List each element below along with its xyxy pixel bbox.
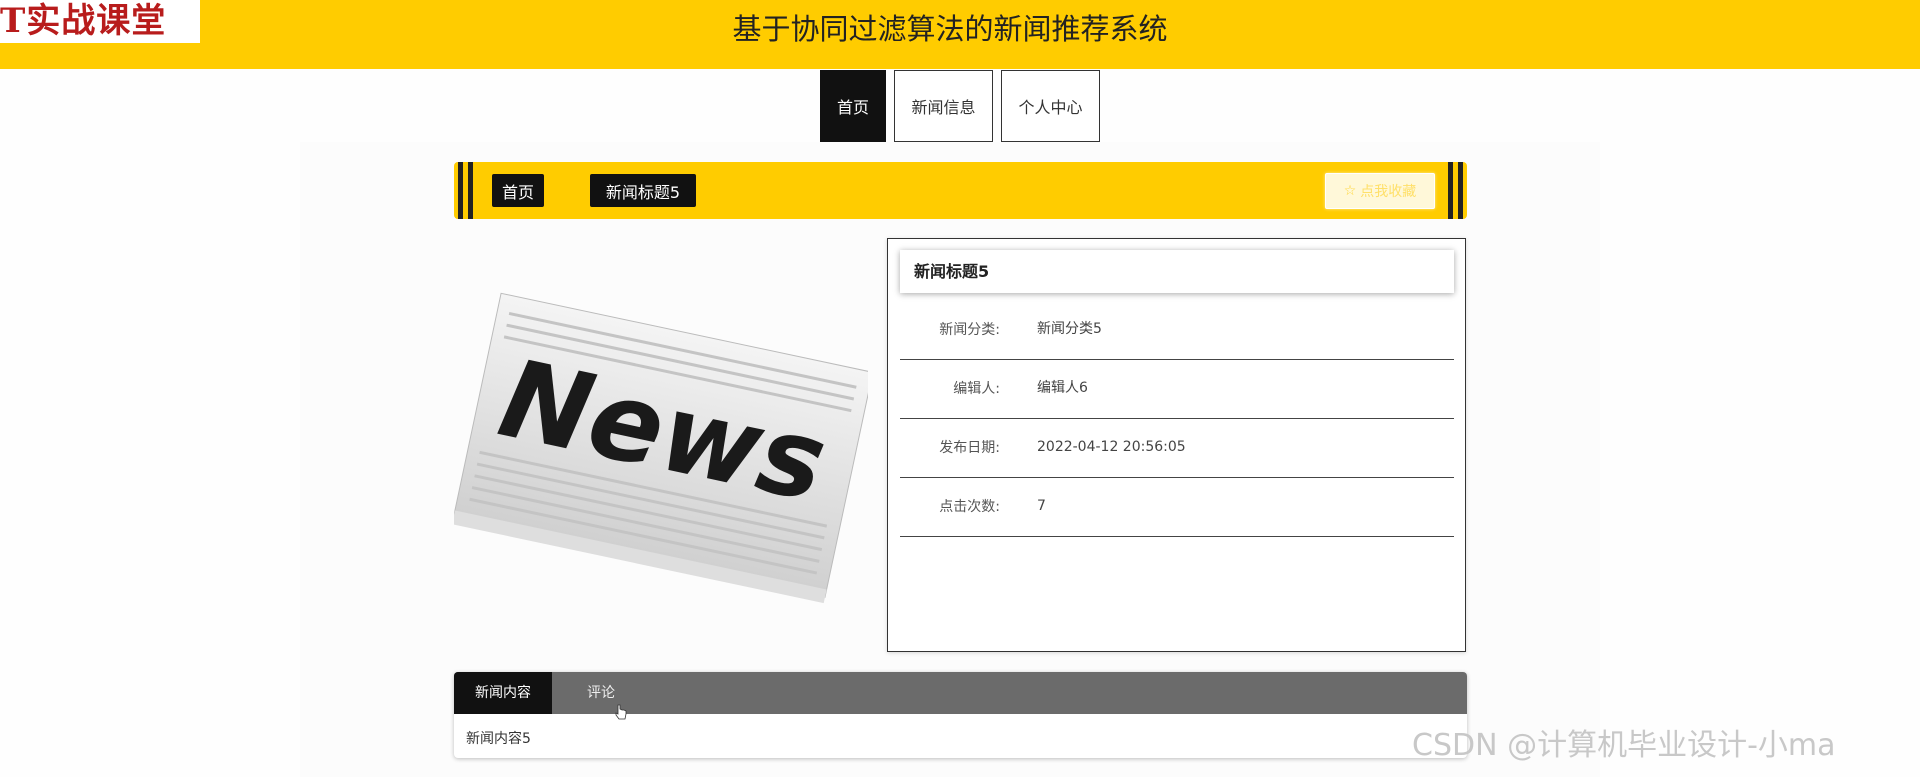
star-icon: ☆ <box>1343 183 1357 199</box>
nav-home[interactable]: 首页 <box>820 70 886 142</box>
bar-decoration <box>1448 162 1453 219</box>
field-value: 编辑人6 <box>1037 380 1088 396</box>
watermark: CSDN @计算机毕业设计-小ma <box>1412 728 1836 763</box>
detail-title: 新闻标题5 <box>900 250 1454 293</box>
header-bar: T实战课堂 基于协同过滤算法的新闻推荐系统 <box>0 0 1920 69</box>
field-label: 发布日期: <box>939 440 1000 456</box>
detail-row-clicks: 点击次数: 7 <box>900 478 1454 537</box>
field-label: 新闻分类: <box>939 322 1000 338</box>
bar-decoration <box>1458 162 1463 219</box>
page: T实战课堂 基于协同过滤算法的新闻推荐系统 首页 新闻信息 个人中心 首页 新闻… <box>0 0 1920 777</box>
breadcrumb-bar: 首页 新闻标题5 ☆ 点我收藏 <box>454 162 1467 219</box>
tab-comments[interactable]: 评论 <box>552 672 650 714</box>
favorite-label: 点我收藏 <box>1360 184 1417 200</box>
bar-decoration <box>468 162 473 219</box>
breadcrumb-current: 新闻标题5 <box>590 174 696 207</box>
field-label: 编辑人: <box>953 381 1000 397</box>
tab-content-text: 新闻内容5 <box>466 731 531 747</box>
breadcrumb-home[interactable]: 首页 <box>492 174 544 207</box>
nav-user-center[interactable]: 个人中心 <box>1001 70 1100 142</box>
tab-bar: 新闻内容 评论 <box>454 672 1467 714</box>
news-detail-card: 新闻标题5 新闻分类: 新闻分类5 编辑人: 编辑人6 发布日期: 2022-0… <box>887 238 1466 652</box>
main-nav: 首页 新闻信息 个人中心 <box>820 70 1100 142</box>
favorite-button[interactable]: ☆ 点我收藏 <box>1325 173 1435 209</box>
tab-news-content[interactable]: 新闻内容 <box>454 672 552 714</box>
site-title: 基于协同过滤算法的新闻推荐系统 <box>732 12 1168 46</box>
detail-row-date: 发布日期: 2022-04-12 20:56:05 <box>900 419 1454 478</box>
bar-decoration <box>458 162 463 219</box>
field-value: 7 <box>1037 498 1046 514</box>
nav-news-info[interactable]: 新闻信息 <box>894 70 993 142</box>
detail-row-editor: 编辑人: 编辑人6 <box>900 360 1454 419</box>
content-tabs: 新闻内容 评论 新闻内容5 <box>454 672 1467 758</box>
field-value: 2022-04-12 20:56:05 <box>1037 439 1186 455</box>
news-image: News <box>454 292 868 604</box>
field-value: 新闻分类5 <box>1037 321 1102 337</box>
mouse-cursor-icon <box>615 704 627 720</box>
detail-row-category: 新闻分类: 新闻分类5 <box>900 301 1454 360</box>
field-label: 点击次数: <box>939 499 1000 515</box>
